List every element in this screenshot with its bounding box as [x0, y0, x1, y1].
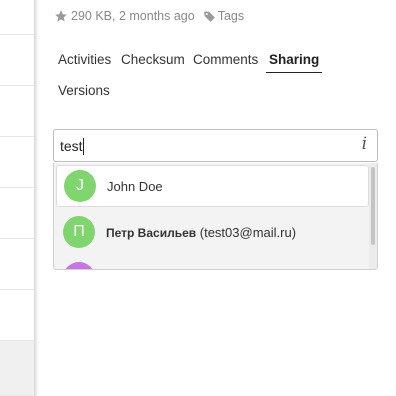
suggestion-item[interactable]: П	[56, 257, 369, 269]
file-meta: 290 KB, 2 months ago Tags	[54, 9, 244, 23]
file-modified: 2 months ago	[118, 9, 195, 23]
suggestion-item[interactable]: П Петр Васильев (test03@mail.ru)	[56, 211, 369, 253]
avatar: П	[63, 262, 95, 269]
file-list	[0, 0, 34, 396]
text-caret	[83, 138, 84, 155]
file-row[interactable]	[0, 239, 34, 290]
file-size: 290 KB	[71, 9, 113, 23]
share-with-input[interactable]	[60, 136, 350, 156]
suggestion-email: (test03@mail.ru)	[199, 224, 297, 240]
details-sidebar: 290 KB, 2 months ago Tags Activities Che…	[39, 0, 396, 396]
file-row[interactable]	[0, 188, 34, 239]
tags-link[interactable]: Tags	[218, 9, 244, 23]
tab-comments[interactable]: Comments	[193, 52, 258, 72]
tag-icon[interactable]	[203, 10, 216, 23]
file-row[interactable]	[0, 86, 34, 137]
dropdown-scrollbar[interactable]	[369, 163, 377, 269]
info-icon[interactable]: i	[362, 134, 367, 154]
suggestion-name: John Doe	[107, 178, 163, 194]
tab-checksum[interactable]: Checksum	[121, 52, 185, 72]
tab-activities[interactable]: Activities	[58, 52, 111, 72]
tab-sharing[interactable]: Sharing	[266, 52, 323, 73]
file-row[interactable]	[0, 137, 34, 188]
file-row[interactable]	[0, 0, 34, 35]
star-icon[interactable]	[54, 9, 68, 23]
suggestion-item[interactable]: J John Doe	[56, 165, 369, 207]
file-row[interactable]	[0, 35, 34, 86]
share-search-box: i	[53, 129, 378, 162]
tab-versions[interactable]: Versions	[58, 83, 110, 103]
file-row-selected[interactable]	[0, 341, 34, 396]
scrollbar-thumb[interactable]	[371, 167, 375, 245]
file-row[interactable]	[0, 290, 34, 341]
avatar: П	[63, 216, 95, 248]
avatar: J	[64, 170, 96, 202]
suggestion-name: Петр Васильев	[106, 225, 197, 240]
share-suggestions-dropdown: J John Doe П Петр Васильев (test03@mail.…	[53, 163, 378, 270]
